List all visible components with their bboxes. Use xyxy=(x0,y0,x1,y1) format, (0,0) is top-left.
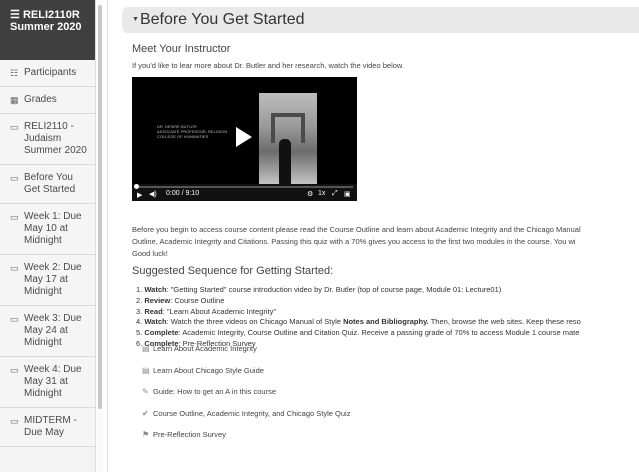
sidebar-item-label: Week 4: Due May 31 at Midnight xyxy=(24,364,82,399)
sidebar-item-label: MIDTERM - Due May xyxy=(24,415,77,438)
sidebar-item[interactable]: ▭ Week 1: Due May 10 at Midnight xyxy=(0,204,95,255)
video-progress-knob[interactable] xyxy=(134,184,139,189)
fullscreen-icon[interactable]: ▣ xyxy=(344,190,351,198)
video-progress-bar[interactable] xyxy=(136,186,353,188)
sidebar-item-label: Week 2: Due May 17 at Midnight xyxy=(24,262,82,297)
main-content: ▼Before You Get Started Meet Your Instru… xyxy=(120,0,639,472)
volume-icon[interactable]: ◀) xyxy=(149,190,157,198)
sidebar-course-header[interactable]: ☰ RELI2110R Summer 2020 xyxy=(0,0,95,60)
graduation-cap-icon: ☰ xyxy=(10,9,20,21)
sequence-heading: Suggested Sequence for Getting Started: xyxy=(132,265,334,277)
sidebar-item-label: Grades xyxy=(24,94,57,105)
paragraph-line: Before you begin to access course conten… xyxy=(132,225,581,234)
folder-icon: ▭ xyxy=(10,263,19,273)
step-text: Then, browse the web sites. Keep these r… xyxy=(428,317,581,327)
folder-icon: ▭ xyxy=(10,416,19,426)
sidebar-item[interactable]: ▭ Week 4: Due May 31 at Midnight xyxy=(0,357,95,408)
sequence-step: 2. Review: Course Outline xyxy=(136,296,581,307)
folder-icon: ▭ xyxy=(10,212,19,222)
activity-link[interactable]: ▤ Learn About Academic Integrity xyxy=(142,344,257,353)
section-header[interactable]: ▼Before You Get Started xyxy=(122,7,639,33)
step-emphasis: Notes and Bibliography. xyxy=(343,317,429,327)
activity-link[interactable]: ▤ Learn About Chicago Style Guide xyxy=(142,366,264,375)
play-overlay-icon[interactable] xyxy=(236,127,252,147)
paragraph-line: Good luck! xyxy=(132,249,168,258)
folder-icon: ▭ xyxy=(10,314,19,324)
activity-label: Learn About Academic Integrity xyxy=(153,344,257,353)
divider xyxy=(107,0,108,472)
course-sidebar: ☰ RELI2110R Summer 2020 ☷ Participants ▦ Gr… xyxy=(0,0,96,472)
sidebar-scrollbar-thumb[interactable] xyxy=(98,5,102,409)
intro-text: If you'd like to lear more about Dr. But… xyxy=(132,61,404,70)
sidebar-item-label: Participants xyxy=(24,67,77,78)
sidebar-item-label: Week 1: Due May 10 at Midnight xyxy=(24,211,82,246)
quiz-icon: ✔ xyxy=(142,408,149,418)
step-text: : "Getting Started" course introduction … xyxy=(166,285,502,294)
playback-speed[interactable]: 1x xyxy=(318,190,325,197)
video-controls: ▶ ◀) 0:00 / 9:10 ⚙ 1x ⤢ ▣ xyxy=(132,184,357,201)
sidebar-item-label: Before You Get Started xyxy=(24,172,76,195)
video-caption: DR. DESIRÉ BUTLER ASSOCIATE PROFESSOR, R… xyxy=(157,124,228,139)
sequence-step: 1. Watch: "Getting Started" course intro… xyxy=(136,285,581,296)
step-action: Read xyxy=(144,306,163,316)
grades-icon: ▦ xyxy=(10,95,19,105)
paragraph-line: Outline, Academic Integrity and Citation… xyxy=(132,237,576,246)
step-action: Watch xyxy=(144,285,167,294)
folder-icon: ▭ xyxy=(10,173,19,183)
activity-label: Guide: How to get an A in this course xyxy=(153,387,276,397)
participants-icon: ☷ xyxy=(10,68,19,78)
step-text: : Course Outline xyxy=(170,295,225,305)
sidebar-item-label: Week 3: Due May 24 at Midnight xyxy=(24,313,82,348)
activity-label: Learn About Chicago Style Guide xyxy=(153,365,264,375)
person-silhouette xyxy=(279,139,291,185)
activity-label: Course Outline, Academic Integrity, and … xyxy=(153,408,351,418)
step-action: Complete xyxy=(144,328,179,338)
sequence-step: 5. Complete: Academic Integrity, Course … xyxy=(136,328,581,339)
guide-icon: ✎ xyxy=(142,387,149,397)
activity-link[interactable]: ✔ Course Outline, Academic Integrity, and… xyxy=(142,409,350,418)
video-frame-photo xyxy=(259,93,317,188)
course-title: RELI2110R Summer 2020 xyxy=(10,9,82,33)
play-icon[interactable]: ▶ xyxy=(137,191,142,199)
survey-icon: ⚑ xyxy=(142,430,150,440)
section-title: Before You Get Started xyxy=(139,11,305,28)
sidebar-item-label: RELI2110 - Judaism Summer 2020 xyxy=(24,121,87,156)
sidebar-item[interactable]: ☷ Participants xyxy=(0,60,95,87)
activity-link[interactable]: ✎ Guide: How to get an A in this course xyxy=(142,387,276,396)
sidebar-item[interactable]: ▭ MIDTERM - Due May xyxy=(0,408,95,447)
folder-icon: ▭ xyxy=(10,122,19,132)
caret-down-icon[interactable]: ▼ xyxy=(132,16,139,23)
step-action: Watch xyxy=(144,317,167,327)
activity-link[interactable]: ⚑ Pre-Reflection Survey xyxy=(142,430,226,439)
settings-icon[interactable]: ⚙ xyxy=(307,190,313,198)
sequence-list: 1. Watch: "Getting Started" course intro… xyxy=(136,285,581,350)
sequence-step: 4. Watch: Watch the three videos on Chic… xyxy=(136,317,581,328)
instructions-paragraph: Before you begin to access course conten… xyxy=(132,224,639,260)
expand-icon[interactable]: ⤢ xyxy=(332,190,338,198)
step-text: : "Learn About Academic Integrity" xyxy=(162,306,276,316)
sidebar-item[interactable]: ▦ Grades xyxy=(0,87,95,114)
sidebar-item[interactable]: ▭ Before You Get Started xyxy=(0,165,95,204)
page-icon: ▤ xyxy=(142,365,150,375)
video-player[interactable]: DR. DESIRÉ BUTLER ASSOCIATE PROFESSOR, R… xyxy=(132,77,357,201)
video-time: 0:00 / 9:10 xyxy=(166,190,200,197)
activity-label: Pre-Reflection Survey xyxy=(153,430,226,440)
step-action: Review xyxy=(144,295,171,305)
step-text: : Academic Integrity, Course Outline and… xyxy=(178,328,580,338)
sidebar-item[interactable]: ▭ Week 2: Due May 17 at Midnight xyxy=(0,255,95,306)
sidebar-item[interactable]: ▭ RELI2110 - Judaism Summer 2020 xyxy=(0,114,95,165)
sequence-step: 3. Read: "Learn About Academic Integrity… xyxy=(136,307,581,318)
folder-icon: ▭ xyxy=(10,365,19,375)
meet-instructor-heading: Meet Your Instructor xyxy=(132,43,231,55)
sidebar-nav: ☷ Participants ▦ Grades ▭ RELI2110 - Judaism … xyxy=(0,60,95,447)
sidebar-item[interactable]: ▭ Week 3: Due May 24 at Midnight xyxy=(0,306,95,357)
page-icon: ▤ xyxy=(142,344,150,353)
step-text: : Watch the three videos on Chicago Manu… xyxy=(166,317,344,327)
